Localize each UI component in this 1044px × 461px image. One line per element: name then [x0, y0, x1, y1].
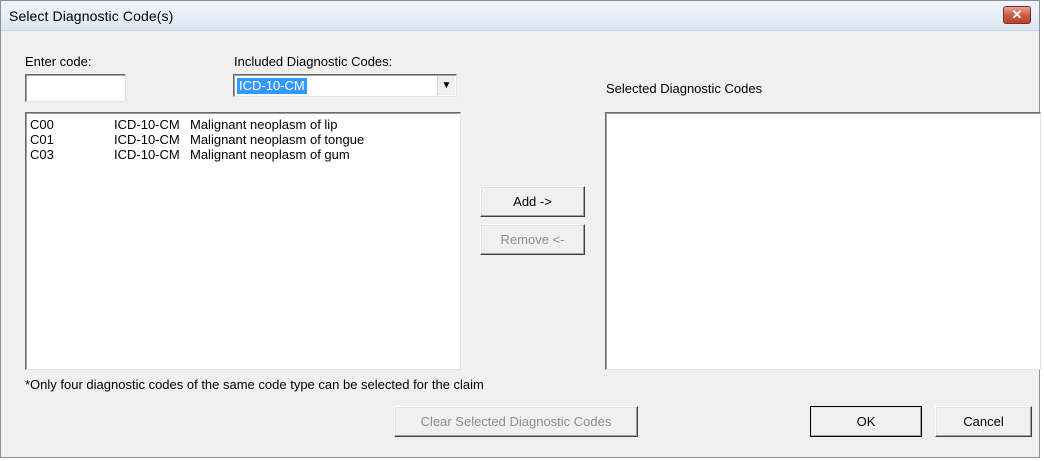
select-diagnostic-codes-dialog: Select Diagnostic Code(s) ✕ Enter code: …	[0, 0, 1041, 458]
list-item-type: ICD-10-CM	[114, 132, 180, 147]
available-codes-list[interactable]: C00 ICD-10-CM Malignant neoplasm of lip …	[25, 112, 461, 370]
code-type-dropdown[interactable]: ICD-10-CM ▼	[233, 74, 457, 97]
remove-button[interactable]: Remove <-	[480, 224, 585, 255]
ok-button[interactable]: OK	[810, 406, 922, 437]
close-icon: ✕	[1011, 7, 1023, 22]
list-item-description: Malignant neoplasm of gum	[190, 147, 350, 162]
selected-codes-label: Selected Diagnostic Codes	[606, 81, 763, 96]
list-item-type: ICD-10-CM	[114, 117, 180, 132]
add-button[interactable]: Add ->	[480, 186, 585, 217]
clear-selected-codes-button[interactable]: Clear Selected Diagnostic Codes	[394, 406, 638, 437]
enter-code-label: Enter code:	[25, 54, 92, 69]
enter-code-input[interactable]	[25, 74, 126, 102]
list-item-code: C01	[30, 132, 54, 147]
selected-codes-list[interactable]	[605, 112, 1041, 370]
close-button[interactable]: ✕	[1003, 6, 1031, 24]
selection-limit-note: *Only four diagnostic codes of the same …	[25, 377, 484, 392]
list-item-type: ICD-10-CM	[114, 147, 180, 162]
cancel-button[interactable]: Cancel	[935, 406, 1032, 437]
included-codes-label: Included Diagnostic Codes:	[234, 54, 393, 69]
dialog-title: Select Diagnostic Code(s)	[9, 8, 174, 24]
list-item-code: C00	[30, 117, 54, 132]
chevron-down-icon[interactable]: ▼	[437, 76, 455, 95]
list-item-description: Malignant neoplasm of tongue	[190, 132, 365, 147]
list-item-description: Malignant neoplasm of lip	[190, 117, 338, 132]
list-item-code: C03	[30, 147, 54, 162]
title-bar[interactable]: Select Diagnostic Code(s) ✕	[1, 1, 1039, 31]
code-type-selected-value: ICD-10-CM	[237, 78, 307, 94]
